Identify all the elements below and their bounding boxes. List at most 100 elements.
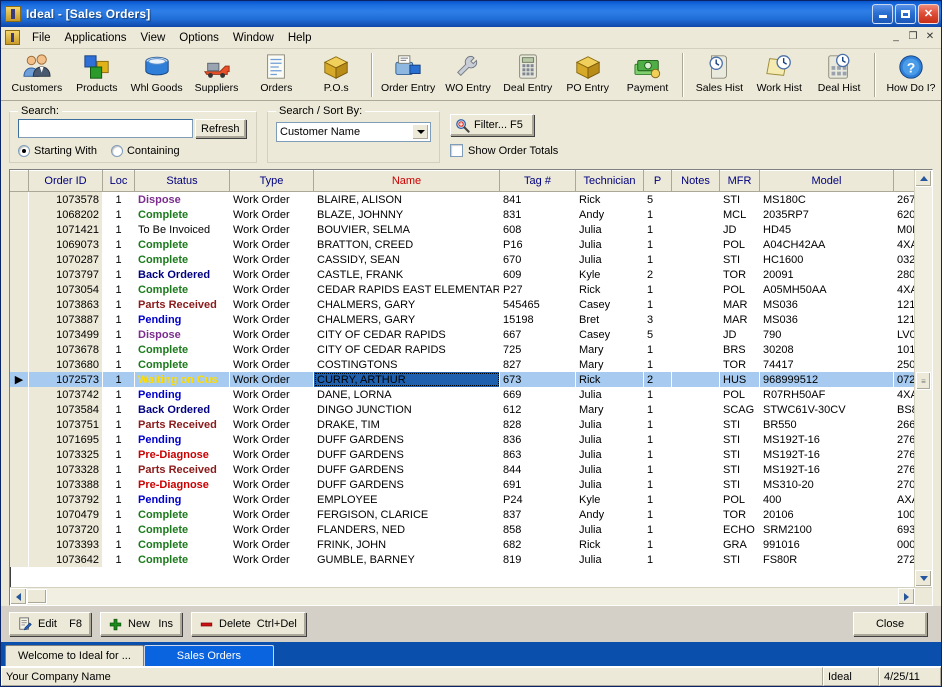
refresh-button[interactable]: Refresh bbox=[195, 119, 246, 138]
minimize-button[interactable] bbox=[872, 4, 893, 24]
cell-notes[interactable] bbox=[672, 267, 720, 282]
cell-technician[interactable]: Andy bbox=[576, 207, 644, 222]
cell-type[interactable]: Work Order bbox=[230, 327, 314, 342]
menu-item-file[interactable]: File bbox=[25, 30, 58, 46]
table-row[interactable]: 10738871PendingWork OrderCHALMERS, GARY1… bbox=[10, 312, 914, 327]
cell-p[interactable]: 2 bbox=[644, 372, 672, 387]
cell-tag[interactable]: 831 bbox=[500, 207, 576, 222]
cell-order-id[interactable]: 1069073 bbox=[29, 237, 103, 252]
cell-tag[interactable]: P16 bbox=[500, 237, 576, 252]
cell-status[interactable]: Complete bbox=[135, 522, 230, 537]
cell-loc[interactable]: 1 bbox=[103, 357, 135, 372]
cell-notes[interactable] bbox=[672, 447, 720, 462]
cell-tag[interactable]: 819 bbox=[500, 552, 576, 567]
table-row[interactable]: 10737971Back OrderedWork OrderCASTLE, FR… bbox=[10, 267, 914, 282]
cell-name[interactable]: DUFF GARDENS bbox=[314, 477, 500, 492]
cell-tag[interactable]: 841 bbox=[500, 192, 576, 208]
cell-technician[interactable]: Julia bbox=[576, 447, 644, 462]
cell-tag[interactable]: 609 bbox=[500, 267, 576, 282]
column-header-status[interactable]: Status bbox=[135, 171, 230, 192]
column-header-type[interactable]: Type bbox=[230, 171, 314, 192]
scroll-left-button[interactable] bbox=[10, 588, 27, 605]
cell-status[interactable]: Complete bbox=[135, 207, 230, 222]
cell-status[interactable]: Back Ordered bbox=[135, 267, 230, 282]
cell-mfr[interactable]: TOR bbox=[720, 507, 760, 522]
cell-loc[interactable]: 1 bbox=[103, 492, 135, 507]
vertical-scroll-track[interactable]: ≡ bbox=[915, 187, 932, 570]
cell-name[interactable]: FERGISON, CLARICE bbox=[314, 507, 500, 522]
cell-status[interactable]: To Be Invoiced bbox=[135, 222, 230, 237]
cell-serial[interactable]: 4XACH42A04A01052 bbox=[894, 237, 915, 252]
cell-serial[interactable]: 276302186 bbox=[894, 432, 915, 447]
cell-notes[interactable] bbox=[672, 342, 720, 357]
cell-name[interactable]: CHALMERS, GARY bbox=[314, 297, 500, 312]
cell-order-id[interactable]: 1073642 bbox=[29, 552, 103, 567]
cell-mfr[interactable]: GRA bbox=[720, 537, 760, 552]
cell-model[interactable]: 991016 bbox=[760, 537, 894, 552]
cell-p[interactable]: 1 bbox=[644, 432, 672, 447]
cell-type[interactable]: Work Order bbox=[230, 357, 314, 372]
table-row[interactable]: 10714211To Be InvoicedWork OrderBOUVIER,… bbox=[10, 222, 914, 237]
menu-item-view[interactable]: View bbox=[134, 30, 173, 46]
cell-status[interactable]: Waiting on Cus bbox=[135, 372, 230, 387]
menu-item-help[interactable]: Help bbox=[281, 30, 319, 46]
cell-serial[interactable]: 032479 bbox=[894, 252, 915, 267]
cell-status[interactable]: Parts Received bbox=[135, 462, 230, 477]
new-button[interactable]: New Ins bbox=[100, 612, 182, 636]
cell-serial[interactable]: 276302713 bbox=[894, 462, 915, 477]
cell-tag[interactable]: 608 bbox=[500, 222, 576, 237]
cell-p[interactable]: 1 bbox=[644, 522, 672, 537]
close-button[interactable]: ✕ bbox=[918, 4, 939, 24]
horizontal-scroll-track[interactable] bbox=[27, 588, 898, 605]
cell-notes[interactable] bbox=[672, 522, 720, 537]
mdi-tab-welcome[interactable]: Welcome to Ideal for ... bbox=[5, 645, 144, 666]
cell-name[interactable]: DINGO JUNCTION bbox=[314, 402, 500, 417]
cell-loc[interactable]: 1 bbox=[103, 402, 135, 417]
cell-status[interactable]: Complete bbox=[135, 537, 230, 552]
cell-order-id[interactable]: 1073792 bbox=[29, 492, 103, 507]
cell-p[interactable]: 1 bbox=[644, 387, 672, 402]
cell-type[interactable]: Work Order bbox=[230, 192, 314, 208]
cell-technician[interactable]: Casey bbox=[576, 297, 644, 312]
cell-status[interactable]: Dispose bbox=[135, 192, 230, 208]
cell-type[interactable]: Work Order bbox=[230, 207, 314, 222]
cell-name[interactable]: FRINK, JOHN bbox=[314, 537, 500, 552]
cell-serial[interactable]: 266575752 bbox=[894, 417, 915, 432]
cell-mfr[interactable]: TOR bbox=[720, 357, 760, 372]
search-input[interactable] bbox=[18, 119, 193, 138]
cell-p[interactable]: 1 bbox=[644, 282, 672, 297]
cell-status[interactable]: Complete bbox=[135, 507, 230, 522]
cell-name[interactable]: DUFF GARDENS bbox=[314, 462, 500, 477]
cell-serial[interactable]: 4XARH50A97236459 bbox=[894, 387, 915, 402]
cell-technician[interactable]: Julia bbox=[576, 237, 644, 252]
radio-containing[interactable]: Containing bbox=[111, 145, 180, 157]
cell-model[interactable]: 968999512 bbox=[760, 372, 894, 387]
cell-model[interactable]: MS036 bbox=[760, 297, 894, 312]
toolbar-button-deal-hist[interactable]: Deal Hist bbox=[809, 51, 869, 99]
table-row[interactable]: 10733251Pre-DiagnoseWork OrderDUFF GARDE… bbox=[10, 447, 914, 462]
cell-status[interactable]: Pre-Diagnose bbox=[135, 477, 230, 492]
cell-name[interactable]: CITY OF CEDAR RAPIDS bbox=[314, 342, 500, 357]
cell-type[interactable]: Work Order bbox=[230, 522, 314, 537]
cell-technician[interactable]: Julia bbox=[576, 222, 644, 237]
cell-technician[interactable]: Julia bbox=[576, 462, 644, 477]
cell-notes[interactable] bbox=[672, 357, 720, 372]
cell-serial[interactable]: 270431675 bbox=[894, 477, 915, 492]
cell-p[interactable]: 1 bbox=[644, 297, 672, 312]
cell-p[interactable]: 1 bbox=[644, 237, 672, 252]
table-row[interactable]: 10682021CompleteWork OrderBLAZE, JOHNNY8… bbox=[10, 207, 914, 222]
cell-status[interactable]: Dispose bbox=[135, 327, 230, 342]
cell-order-id[interactable]: 1073742 bbox=[29, 387, 103, 402]
cell-tag[interactable]: 670 bbox=[500, 252, 576, 267]
cell-mfr[interactable]: POL bbox=[720, 237, 760, 252]
delete-button[interactable]: Delete Ctrl+Del bbox=[191, 612, 306, 636]
cell-model[interactable]: SRM2100 bbox=[760, 522, 894, 537]
cell-name[interactable]: CEDAR RAPIDS EAST ELEMENTARY bbox=[314, 282, 500, 297]
cell-technician[interactable]: Mary bbox=[576, 342, 644, 357]
cell-order-id[interactable]: 1073388 bbox=[29, 477, 103, 492]
cell-order-id[interactable]: 1073720 bbox=[29, 522, 103, 537]
cell-type[interactable]: Work Order bbox=[230, 387, 314, 402]
cell-order-id[interactable]: 1073751 bbox=[29, 417, 103, 432]
cell-technician[interactable]: Rick bbox=[576, 537, 644, 552]
cell-loc[interactable]: 1 bbox=[103, 192, 135, 208]
